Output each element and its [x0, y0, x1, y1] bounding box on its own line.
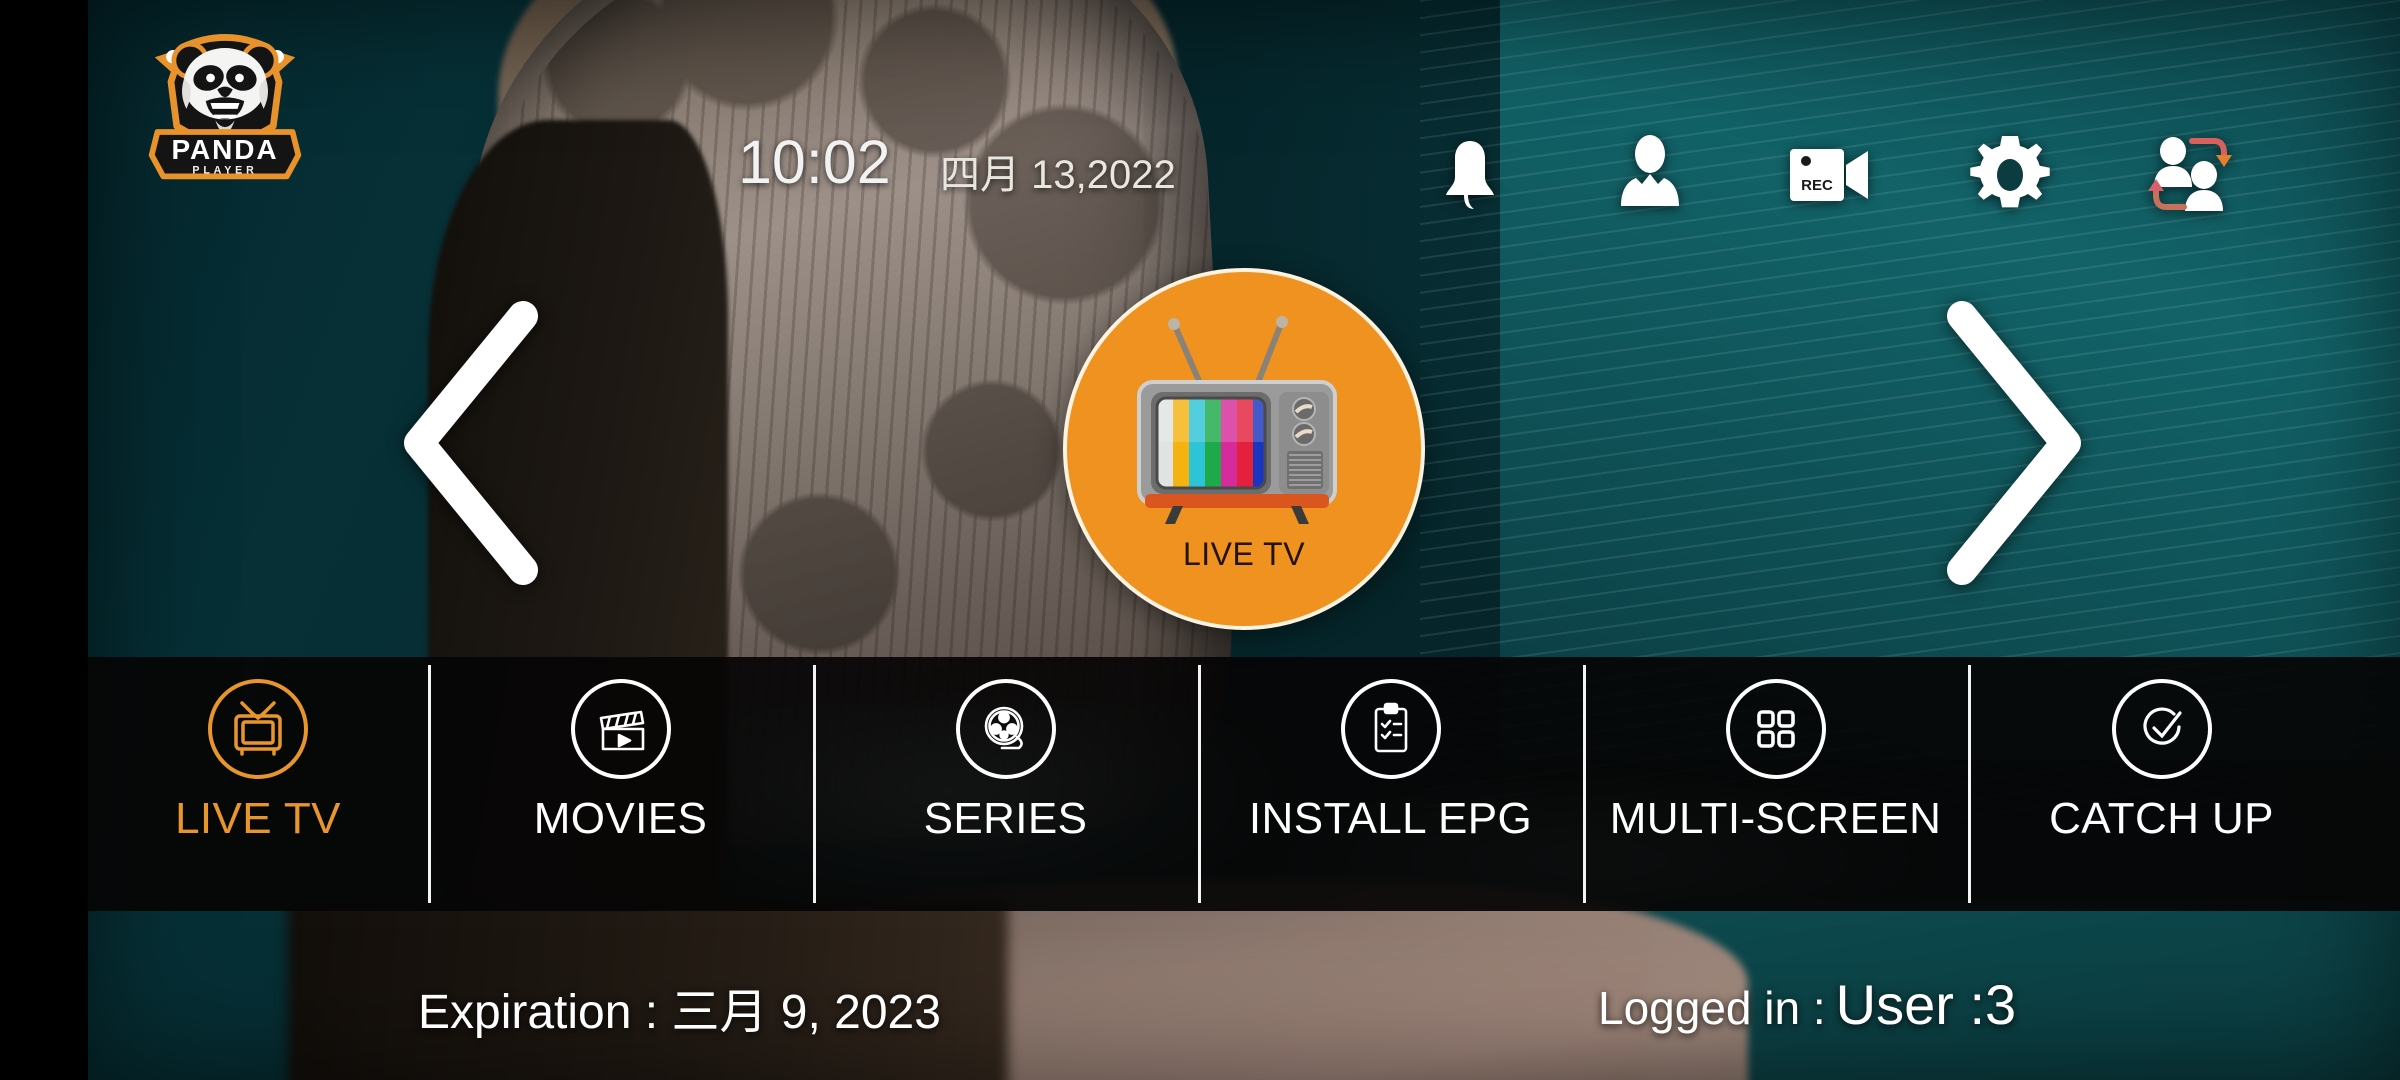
- clock: 10:02: [738, 128, 891, 196]
- bell-icon[interactable]: [1380, 120, 1560, 230]
- app-screen: PANDA PLAYER 10:02 四月 13,2022 REC LIVE T…: [0, 0, 2400, 1080]
- logged-in-user: User :3: [1835, 973, 2017, 1036]
- main-nav-bar: LIVE TV MOVIES SERIES INSTALL EPG MULTI-…: [88, 657, 2400, 911]
- expiration-text: Expiration : 三月 9, 2023: [418, 986, 941, 1039]
- film-reel-icon: [955, 679, 1056, 779]
- letterbox-left: [0, 0, 88, 1080]
- rec-label: REC: [1801, 177, 1833, 194]
- nav-item-catch-up[interactable]: CATCH UP: [1968, 657, 2355, 911]
- user-icon[interactable]: [1560, 120, 1740, 230]
- status-footer: Expiration : 三月 9, 2023 Logged in : User…: [88, 930, 2400, 1080]
- nav-label: MOVIES: [533, 794, 708, 843]
- logged-in-status: Logged in : User :3: [1598, 972, 2016, 1037]
- logo-wordmark: PANDA: [171, 134, 278, 165]
- logged-in-label: Logged in :: [1598, 982, 1826, 1034]
- nav-item-multi-screen[interactable]: MULTI-SCREEN: [1583, 657, 1968, 911]
- nav-label: INSTALL EPG: [1248, 794, 1533, 843]
- carousel-active-tile[interactable]: LIVE TV: [1063, 268, 1425, 630]
- panda-player-logo: PANDA PLAYER: [128, 22, 322, 186]
- nav-item-series[interactable]: SERIES: [813, 657, 1198, 911]
- nav-label: MULTI-SCREEN: [1609, 794, 1942, 843]
- carousel-prev-button[interactable]: [395, 298, 555, 588]
- check-circle-icon: [2111, 679, 2212, 779]
- header-icon-bar: REC: [1380, 120, 2280, 230]
- gear-icon[interactable]: [1920, 120, 2100, 230]
- nav-label: SERIES: [923, 794, 1088, 843]
- nav-item-install-epg[interactable]: INSTALL EPG: [1198, 657, 1583, 911]
- switch-user-icon[interactable]: [2100, 120, 2280, 230]
- date: 四月 13,2022: [940, 153, 1176, 197]
- nav-item-movies[interactable]: MOVIES: [428, 657, 813, 911]
- logo-subtext: PLAYER: [192, 164, 257, 176]
- grid-four-icon: [1725, 679, 1826, 779]
- carousel-next-button[interactable]: [1930, 298, 2090, 588]
- nav-item-live-tv[interactable]: LIVE TV: [88, 657, 428, 911]
- retro-tv-icon: [1129, 308, 1359, 526]
- nav-label: CATCH UP: [2049, 794, 2274, 843]
- nav-label: LIVE TV: [175, 794, 341, 843]
- tv-icon: [208, 679, 308, 779]
- clapperboard-icon: [570, 679, 671, 779]
- clipboard-check-icon: [1340, 679, 1441, 779]
- carousel-active-label: LIVE TV: [1182, 536, 1306, 572]
- rec-icon[interactable]: REC: [1740, 120, 1920, 230]
